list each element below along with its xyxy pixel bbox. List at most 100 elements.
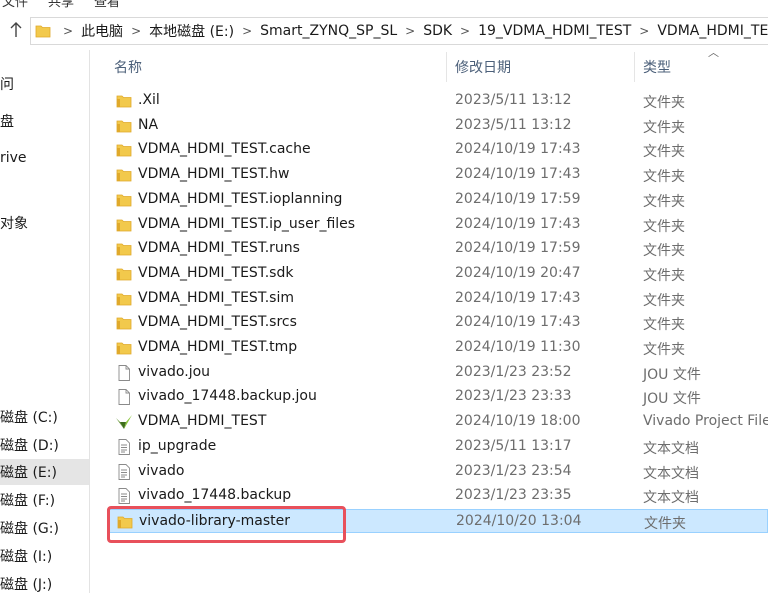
chevron-right-icon[interactable]: > — [242, 24, 252, 38]
highlight-box — [107, 506, 346, 543]
file-date: 2024/10/19 17:43 — [455, 141, 581, 157]
menu-item-share[interactable]: 共享 — [48, 0, 74, 8]
file-type: 文件夹 — [643, 144, 685, 160]
file-row[interactable]: VDMA_HDMI_TEST.hw 2024/10/19 17:43 文件夹 — [107, 163, 768, 187]
file-date: 2024/10/19 17:43 — [455, 290, 581, 306]
folder-icon — [115, 92, 133, 110]
file-name: VDMA_HDMI_TEST.ioplanning — [138, 191, 343, 207]
file-name: VDMA_HDMI_TEST.sim — [138, 290, 294, 306]
file-name: VDMA_HDMI_TEST.runs — [138, 240, 300, 256]
folder-icon — [115, 314, 133, 332]
file-name: VDMA_HDMI_TEST — [138, 413, 267, 429]
sidebar-item[interactable]: rive — [0, 145, 89, 171]
sidebar-item[interactable]: 对象 — [0, 210, 89, 236]
file-name: VDMA_HDMI_TEST.sdk — [138, 265, 294, 281]
chevron-right-icon[interactable]: > — [63, 24, 73, 38]
vivado-project-icon — [115, 413, 133, 431]
file-row[interactable]: vivado_17448.backup 2023/1/23 23:35 文本文档 — [107, 484, 768, 508]
sidebar-item-drive-c[interactable]: 磁盘 (C:) — [0, 404, 89, 430]
file-type: 文件夹 — [643, 317, 685, 333]
file-row[interactable]: vivado 2023/1/23 23:54 文本文档 — [107, 460, 768, 484]
file-type: 文件夹 — [643, 243, 685, 259]
file-row[interactable]: VDMA_HDMI_TEST.ip_user_files 2024/10/19 1… — [107, 213, 768, 237]
file-row[interactable]: VDMA_HDMI_TEST.ioplanning 2024/10/19 17:5… — [107, 188, 768, 212]
file-row[interactable]: ip_upgrade 2023/5/11 13:17 文本文档 — [107, 435, 768, 459]
file-date: 2024/10/19 17:59 — [455, 240, 581, 256]
file-name: vivado_17448.backup — [138, 487, 292, 503]
file-row[interactable]: .Xil 2023/5/11 13:12 文件夹 — [107, 89, 768, 113]
file-name: ip_upgrade — [138, 438, 217, 454]
blank-file-icon — [115, 388, 133, 406]
menu-item-file[interactable]: 文件 — [2, 0, 28, 8]
sidebar-item-drive-e[interactable]: 磁盘 (E:) — [0, 459, 89, 485]
column-divider[interactable] — [446, 52, 447, 82]
file-date: 2024/10/19 20:47 — [455, 265, 581, 281]
file-row[interactable]: NA 2023/5/11 13:12 文件夹 — [107, 114, 768, 138]
sidebar-item-drive-g[interactable]: 磁盘 (G:) — [0, 515, 89, 541]
file-type: 文件夹 — [643, 342, 685, 358]
blank-file-icon — [115, 364, 133, 382]
file-date: 2024/10/20 13:04 — [456, 513, 582, 529]
breadcrumb-smart-zynq[interactable]: Smart_ZYNQ_SP_SL — [260, 23, 397, 39]
file-row[interactable]: vivado.jou 2023/1/23 23:52 JOU 文件 — [107, 361, 768, 385]
file-type: JOU 文件 — [643, 391, 701, 407]
file-date: 2024/10/19 17:59 — [455, 191, 581, 207]
file-type: 文件夹 — [644, 516, 686, 532]
file-name: VDMA_HDMI_TEST.srcs — [138, 314, 297, 330]
file-name: vivado_17448.backup.jou — [138, 388, 317, 404]
file-date: 2024/10/19 17:43 — [455, 314, 581, 330]
file-type: 文件夹 — [643, 169, 685, 185]
sidebar-item-drive-f[interactable]: 磁盘 (F:) — [0, 487, 89, 513]
file-date: 2023/5/11 13:17 — [455, 438, 572, 454]
file-date: 2024/10/19 17:43 — [455, 216, 581, 232]
sidebar-item[interactable]: 盘 — [0, 108, 89, 134]
breadcrumb-this-pc[interactable]: 此电脑 — [81, 21, 123, 41]
sidebar-item[interactable]: 问 — [0, 71, 89, 97]
file-row[interactable]: VDMA_HDMI_TEST.sdk 2024/10/19 20:47 文件夹 — [107, 262, 768, 286]
breadcrumb-drive-e[interactable]: 本地磁盘 (E:) — [149, 21, 234, 41]
text-file-icon — [115, 487, 133, 505]
column-header-name[interactable]: 名称 — [114, 50, 444, 84]
folder-icon — [115, 117, 133, 135]
breadcrumb-vdma-hdmi-test-19[interactable]: 19_VDMA_HDMI_TEST — [478, 23, 631, 39]
sidebar-item-drive-d[interactable]: 磁盘 (D:) — [0, 432, 89, 458]
breadcrumb-vdma-hdmi-test[interactable]: VDMA_HDMI_TEST — [657, 23, 768, 39]
file-row[interactable]: VDMA_HDMI_TEST.srcs 2024/10/19 17:43 文件夹 — [107, 311, 768, 335]
chevron-right-icon[interactable]: > — [639, 24, 649, 38]
file-row[interactable]: VDMA_HDMI_TEST.cache 2024/10/19 17:43 文件夹 — [107, 138, 768, 162]
file-date: 2023/1/23 23:33 — [455, 388, 572, 404]
file-row[interactable]: VDMA_HDMI_TEST.runs 2024/10/19 17:59 文件夹 — [107, 237, 768, 261]
chevron-right-icon[interactable]: > — [131, 24, 141, 38]
chevron-right-icon[interactable]: > — [460, 24, 470, 38]
file-date: 2023/1/23 23:54 — [455, 463, 572, 479]
file-date: 2023/5/11 13:12 — [455, 117, 572, 133]
menu-item-view[interactable]: 查看 — [94, 0, 120, 8]
folder-icon — [115, 290, 133, 308]
sidebar-item-drive-i[interactable]: 磁盘 (I:) — [0, 543, 89, 569]
address-bar[interactable]: > 此电脑 > 本地磁盘 (E:) > Smart_ZYNQ_SP_SL > S… — [30, 17, 768, 45]
text-file-icon — [115, 438, 133, 456]
file-type: 文件夹 — [643, 120, 685, 136]
up-arrow-icon[interactable] — [6, 19, 26, 41]
folder-icon — [115, 166, 133, 184]
file-date: 2024/10/19 17:43 — [455, 166, 581, 182]
column-header-date[interactable]: 修改日期 — [455, 50, 630, 84]
text-file-icon — [115, 463, 133, 481]
file-date: 2023/1/23 23:35 — [455, 487, 572, 503]
sidebar-item-drive-j[interactable]: 磁盘 (J:) — [0, 571, 89, 593]
file-row[interactable]: VDMA_HDMI_TEST.sim 2024/10/19 17:43 文件夹 — [107, 287, 768, 311]
file-name: .Xil — [138, 92, 160, 108]
file-name: vivado.jou — [138, 364, 211, 380]
file-row[interactable]: VDMA_HDMI_TEST.tmp 2024/10/19 11:30 文件夹 — [107, 336, 768, 360]
breadcrumb-sdk[interactable]: SDK — [423, 23, 452, 39]
column-divider[interactable] — [634, 52, 635, 82]
file-row[interactable]: VDMA_HDMI_TEST 2024/10/19 18:00 Vivado Pro… — [107, 410, 768, 434]
file-row[interactable]: vivado_17448.backup.jou 2023/1/23 23:33 JO… — [107, 385, 768, 409]
file-type: JOU 文件 — [643, 367, 701, 383]
navigation-pane: 问 盘 rive 对象 磁盘 (C:) 磁盘 (D:) 磁盘 (E:) 磁盘 (… — [0, 50, 90, 593]
file-name: NA — [138, 117, 159, 133]
folder-icon — [115, 216, 133, 234]
chevron-right-icon[interactable]: > — [405, 24, 415, 38]
file-name: VDMA_HDMI_TEST.hw — [138, 166, 290, 182]
column-header-type[interactable]: 类型 — [643, 50, 763, 84]
